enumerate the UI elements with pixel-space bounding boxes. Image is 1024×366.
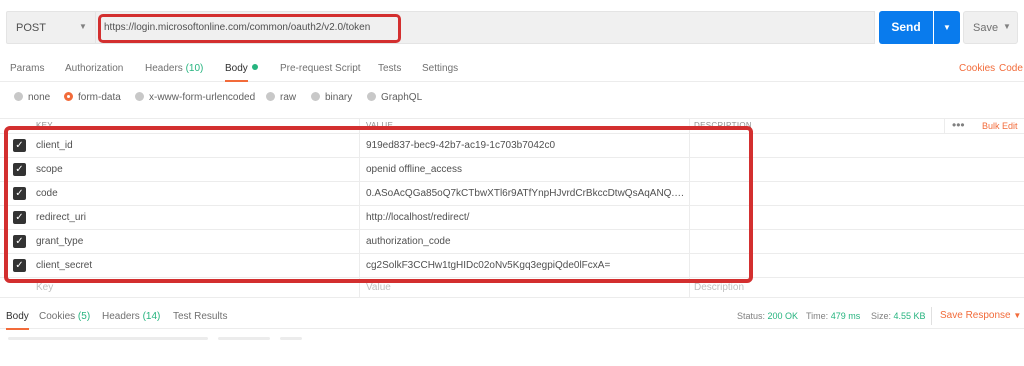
radio-circle-icon [64,92,73,101]
chevron-down-icon: ▼ [1003,22,1011,31]
radio-circle-icon [14,92,23,101]
response-tab-cookies-count: (5) [77,311,91,322]
radio-raw[interactable]: raw [266,92,296,103]
radio-form-data-label: form-data [78,92,121,103]
size-readout: Size: 4.55 KB [871,311,926,321]
radio-circle-icon [135,92,144,101]
new-description-input[interactable]: Description [694,282,744,293]
code-link[interactable]: Code [999,63,1023,74]
tab-tests[interactable]: Tests [378,63,401,74]
tab-pre-request-script[interactable]: Pre-request Script [280,63,361,74]
chevron-down-icon: ▼ [1013,311,1022,320]
radio-none[interactable]: none [14,92,50,103]
save-response-button[interactable]: Save Response ▼ [940,310,1021,321]
save-response-label: Save Response [940,310,1011,321]
send-button[interactable]: Send [879,11,933,44]
tab-params[interactable]: Params [10,63,44,74]
response-tab-body[interactable]: Body [6,311,29,330]
response-toolbar-placeholder [8,337,208,340]
response-toolbar-placeholder [280,337,302,340]
chevron-down-icon: ▼ [79,22,87,31]
save-label: Save [973,22,999,34]
time-value: 479 ms [830,311,861,321]
tab-headers-count: (10) [185,63,204,74]
table-highlight-box [4,126,753,283]
method-select[interactable]: POST ▼ [6,11,96,44]
response-tab-headers[interactable]: Headers (14) [102,311,160,322]
size-label: Size: [871,311,892,321]
radio-graphql-label: GraphQL [381,92,423,103]
column-divider [944,118,945,134]
url-highlight-box [98,14,401,43]
status-readout: Status: 200 OK [737,311,798,321]
tab-settings[interactable]: Settings [422,63,458,74]
response-tab-cookies-label: Cookies [39,311,76,322]
response-tab-headers-label: Headers [102,311,140,322]
response-tab-cookies[interactable]: Cookies (5) [39,311,90,322]
new-value-input[interactable]: Value [366,282,686,293]
radio-graphql[interactable]: GraphQL [367,92,422,103]
radio-raw-label: raw [280,92,297,103]
divider [931,307,932,325]
time-label: Time: [806,311,829,321]
radio-binary[interactable]: binary [311,92,352,103]
method-label: POST [16,22,46,34]
response-tab-test-results[interactable]: Test Results [173,311,227,322]
request-bar: POST ▼ https://login.microsoftonline.com… [6,11,1018,44]
radio-none-label: none [28,92,51,103]
tab-headers[interactable]: Headers (10) [145,63,203,74]
radio-urlencoded-label: x-www-form-urlencoded [149,92,256,103]
bulk-edit-link[interactable]: Bulk Edit [982,121,1018,131]
save-button[interactable]: Save ▼ [963,11,1018,44]
tab-headers-label: Headers [145,63,183,74]
tab-body[interactable]: Body [225,63,258,82]
response-tab-headers-count: (14) [142,311,161,322]
status-value: 200 OK [767,311,799,321]
request-tabs: Params Authorization Headers (10) Body P… [0,56,1024,82]
response-bar: Body Cookies (5) Headers (14) Test Resul… [0,303,1024,330]
radio-circle-icon [367,92,376,101]
radio-circle-icon [266,92,275,101]
body-indicator-dot [251,64,258,70]
time-readout: Time: 479 ms [806,311,860,321]
tab-authorization[interactable]: Authorization [65,63,123,74]
send-options-chevron-icon[interactable]: ▼ [934,11,960,44]
more-options-icon[interactable]: ••• [952,118,965,132]
radio-circle-icon [311,92,320,101]
radio-form-data[interactable]: form-data [64,92,121,103]
radio-x-www-form-urlencoded[interactable]: x-www-form-urlencoded [135,92,255,103]
radio-binary-label: binary [325,92,353,103]
tab-body-label: Body [225,63,248,74]
size-value: 4.55 KB [893,311,926,321]
status-label: Status: [737,311,766,321]
response-toolbar-placeholder [218,337,270,340]
cookies-link[interactable]: Cookies [959,63,995,74]
new-key-input[interactable]: Key [36,282,53,293]
